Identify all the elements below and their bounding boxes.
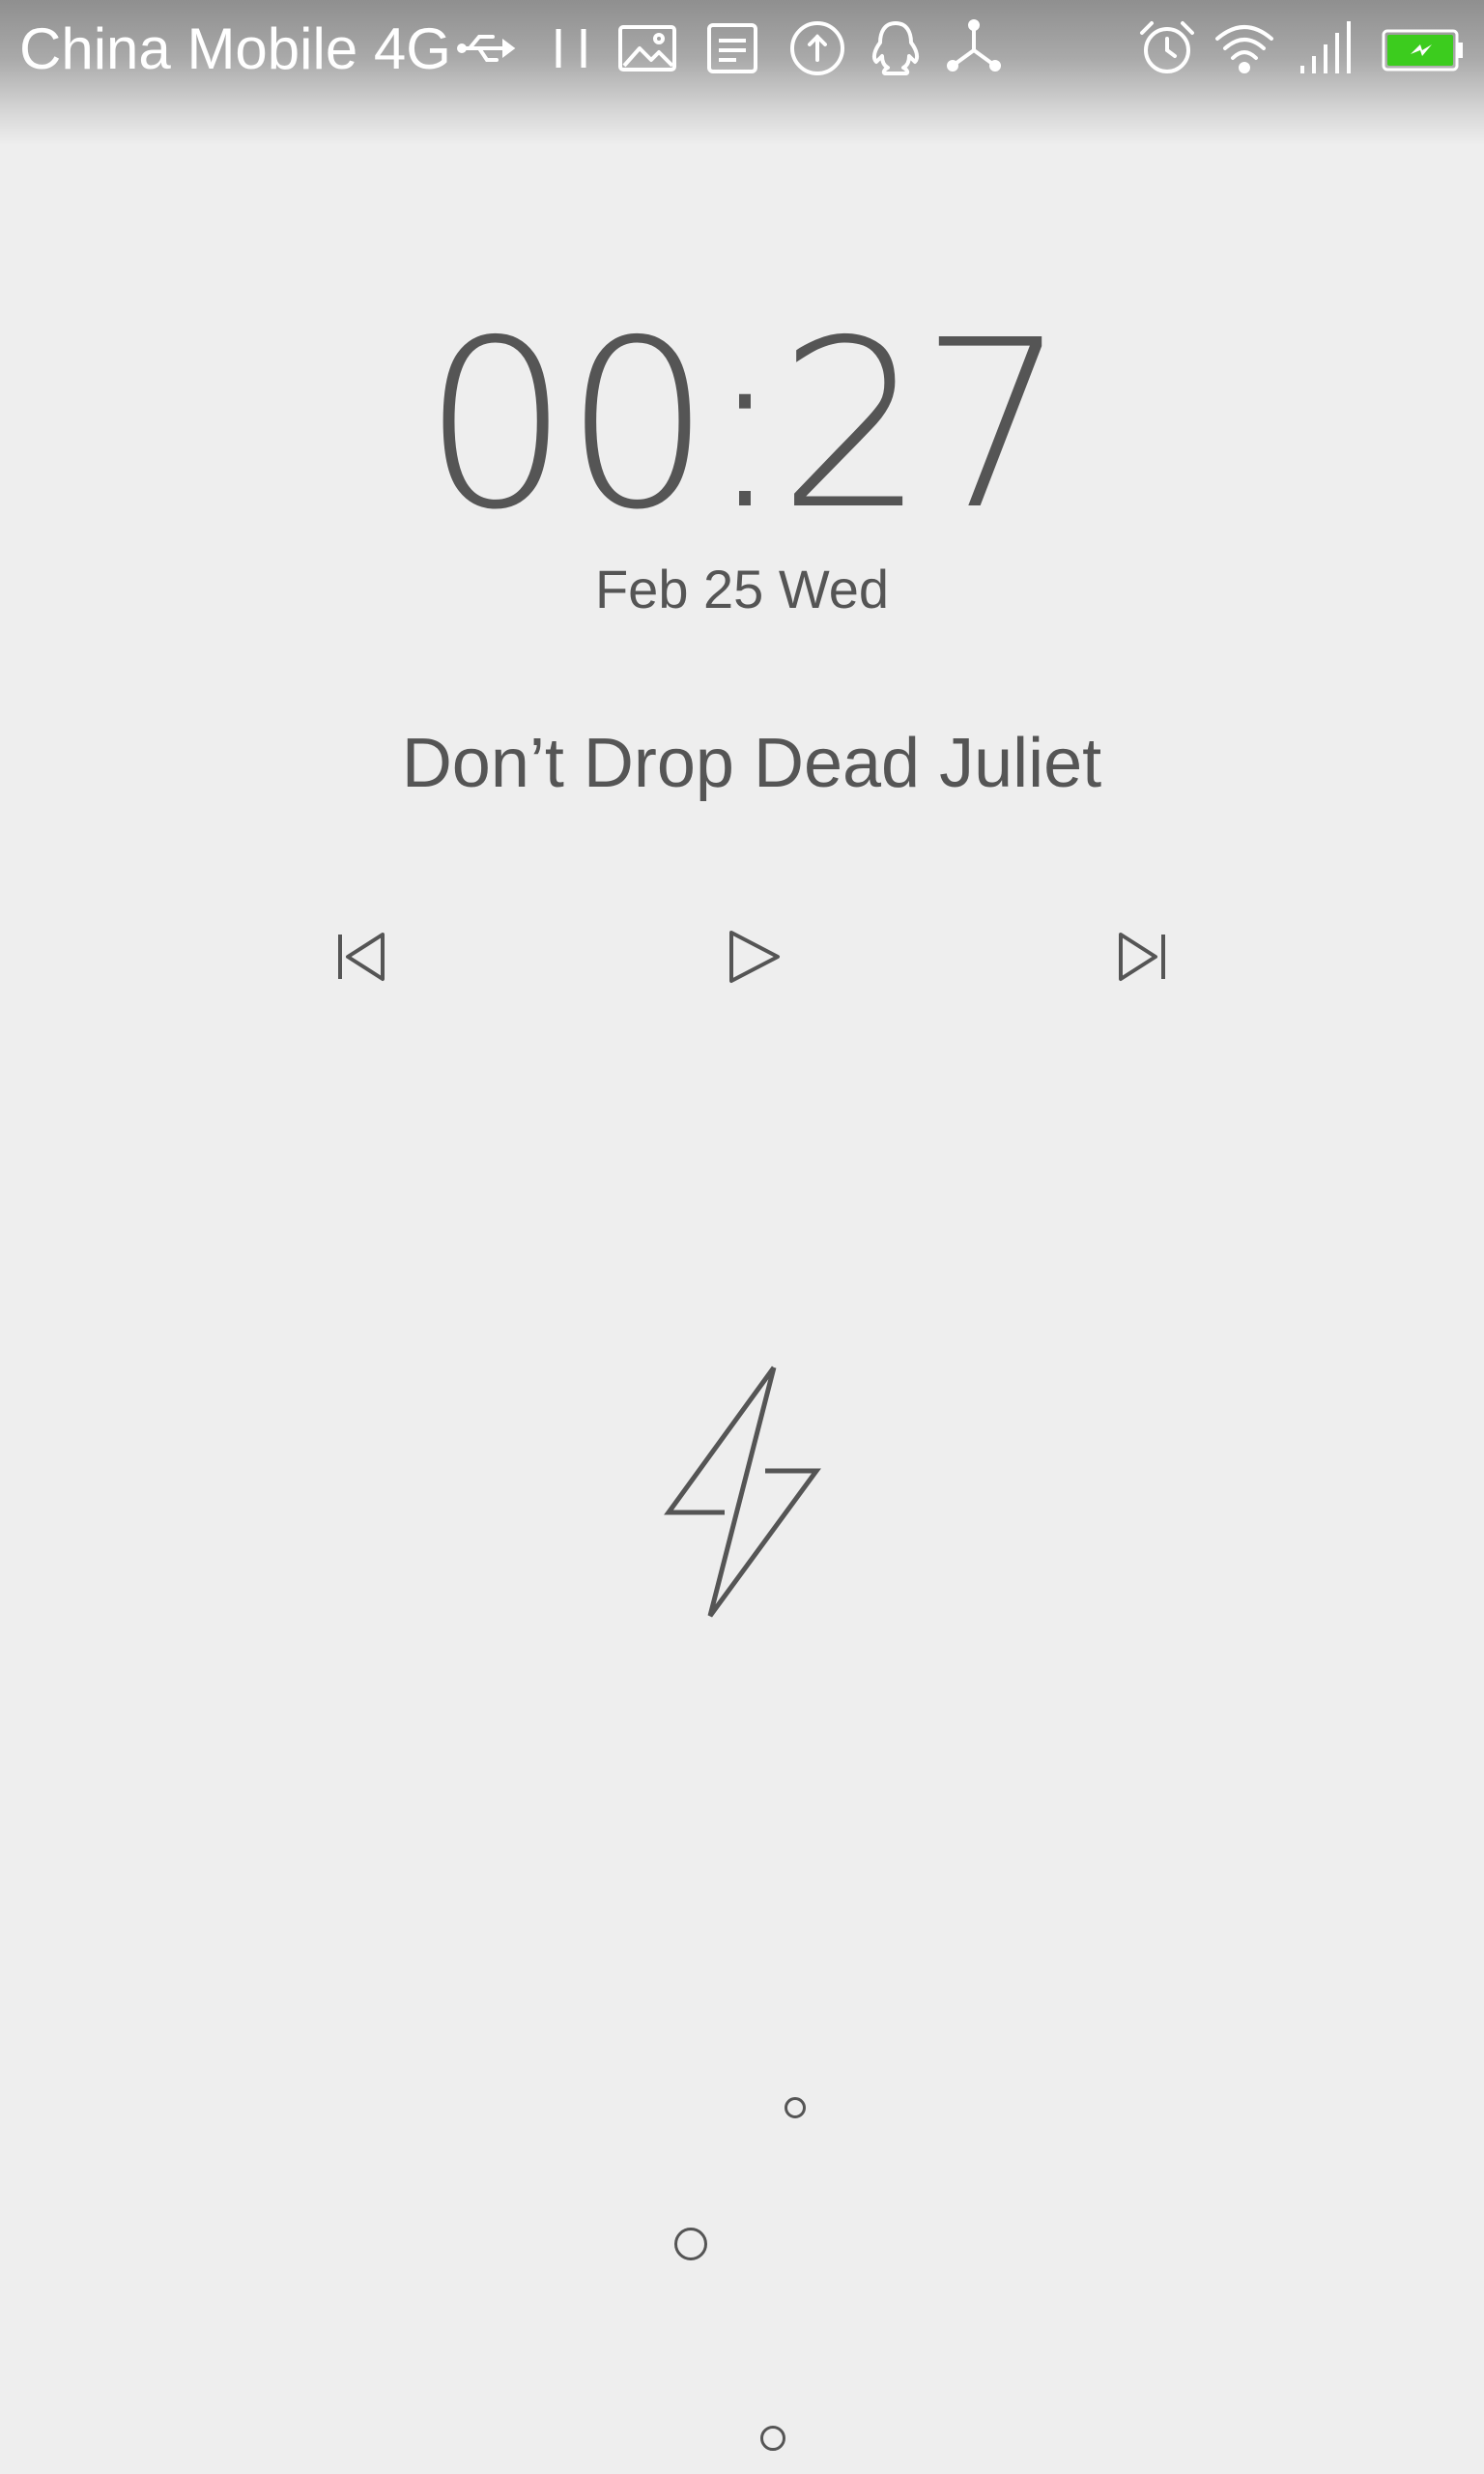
lockscreen-date: Feb 25 Wed: [594, 559, 890, 619]
unlock-dot-top[interactable]: [785, 2097, 806, 2118]
alarm-icon: [1136, 17, 1198, 79]
next-icon: [1119, 933, 1165, 981]
song-title: Don’t Drop Dead Juliet: [401, 725, 1102, 802]
lock-screen: China Mobile 4G 00:27 Feb 25 Wed Don’t D…: [0, 0, 1484, 2474]
usb-icon: [456, 17, 518, 79]
battery-charging-icon: [1382, 17, 1465, 79]
lightning-bolt-icon: [657, 1358, 831, 1624]
lockscreen-time: 00:27: [0, 300, 1484, 551]
share-icon: [943, 17, 1005, 79]
previous-icon: [338, 933, 385, 981]
status-bar: China Mobile 4G: [0, 0, 1484, 145]
qq-icon: [865, 17, 927, 79]
notes-icon: [701, 17, 763, 79]
play-button[interactable]: [720, 923, 787, 991]
play-icon: [729, 931, 780, 983]
image-icon: [616, 17, 678, 79]
time-text: 00:27: [422, 290, 1068, 561]
wifi-icon: [1213, 17, 1275, 79]
carrier-label: China Mobile 4G: [19, 16, 451, 81]
upload-icon: [786, 17, 848, 79]
unlock-dot-middle[interactable]: [674, 2228, 707, 2260]
signal-icon: [1293, 17, 1355, 79]
pause-icon: [541, 17, 603, 79]
previous-button[interactable]: [328, 923, 396, 991]
next-button[interactable]: [1107, 923, 1175, 991]
unlock-dot-bottom[interactable]: [760, 2426, 785, 2451]
